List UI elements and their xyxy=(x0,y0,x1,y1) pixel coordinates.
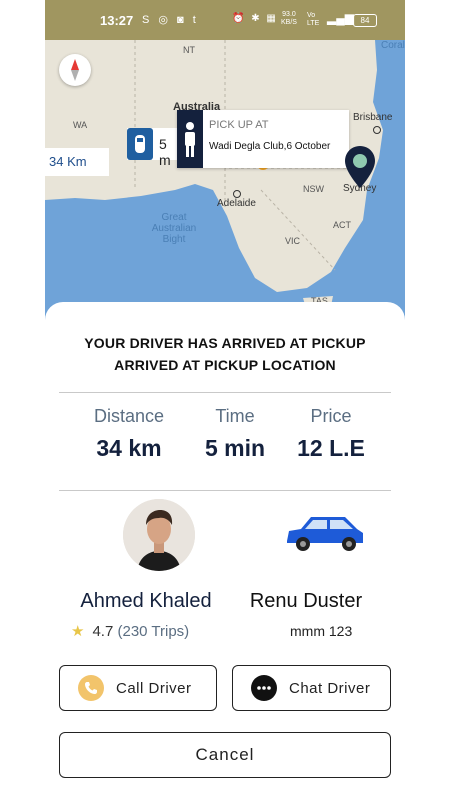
divider xyxy=(59,392,391,393)
stat-price: Price 12 L.E xyxy=(276,406,386,462)
stat-distance-value: 34 km xyxy=(96,435,162,461)
network-speed-unit: KB/S xyxy=(281,19,297,26)
person-icon xyxy=(177,110,203,168)
car-image xyxy=(287,517,363,551)
status-bar: 13:27 S ◎ ◙ t ⏰ ✱ ▦ 93.0 KB/S Vo LTE ▂▄▆… xyxy=(45,0,405,40)
car-model: Renu Duster xyxy=(249,590,363,612)
rating-value: 4.7 xyxy=(92,623,114,640)
phone-icon xyxy=(78,675,104,701)
stat-time-value: 5 min xyxy=(204,435,266,461)
brisbane-dot xyxy=(373,126,381,134)
call-driver-label: Call Driver xyxy=(116,679,192,697)
stat-price-label: Price xyxy=(310,406,352,426)
map-label-vic: VIC xyxy=(285,236,301,246)
stat-time: Time 5 min xyxy=(180,406,290,462)
system-icons: ⏰ ✱ ▦ xyxy=(232,13,278,24)
chat-driver-label: Chat Driver xyxy=(289,679,371,697)
status-line-1: YOUR DRIVER HAS ARRIVED AT PICKUP xyxy=(84,335,366,351)
trip-status-sheet: YOUR DRIVER HAS ARRIVED AT PICKUP ARRIVE… xyxy=(45,302,405,800)
car-plate: mmm 123 xyxy=(290,623,353,639)
cancel-label: Cancel xyxy=(195,745,255,764)
trip-count: (230 Trips) xyxy=(117,623,190,640)
call-driver-button[interactable]: Call Driver xyxy=(59,665,217,711)
stat-distance: Distance 34 km xyxy=(74,406,184,462)
map-label-bight-line3: Bight xyxy=(162,234,186,245)
car-marker-icon xyxy=(127,128,153,160)
notification-icons: S ◎ ◙ t xyxy=(142,14,199,26)
phone-screen: 13:27 S ◎ ◙ t ⏰ ✱ ▦ 93.0 KB/S Vo LTE ▂▄▆… xyxy=(45,0,405,800)
pickup-title: PICK UP AT xyxy=(209,119,269,131)
map-eta-text: 5 m xyxy=(159,136,171,168)
pickup-pin-icon xyxy=(345,146,375,188)
compass-button[interactable] xyxy=(59,54,91,86)
map-label-bight: Great Australian Bight xyxy=(147,212,201,245)
compass-icon xyxy=(71,59,79,81)
signal-icon: ▂▄▆ xyxy=(327,11,354,25)
status-line-2: ARRIVED AT PICKUP LOCATION xyxy=(114,357,336,373)
pickup-info-card[interactable]: PICK UP AT Wadi Degla Club,6 October xyxy=(177,110,349,168)
divider xyxy=(59,490,391,491)
stat-time-label: Time xyxy=(215,406,255,426)
network-speed-value: 93.0 xyxy=(282,11,296,18)
map-label-nt: NT xyxy=(183,45,195,55)
map-label-bight-line1: Great xyxy=(161,212,187,223)
stat-price-value: 12 L.E xyxy=(297,435,365,461)
map-label-brisbane: Brisbane xyxy=(353,112,393,123)
trip-status-heading: YOUR DRIVER HAS ARRIVED AT PICKUP ARRIVE… xyxy=(45,332,405,376)
map-label-wa: WA xyxy=(73,120,88,130)
map-eta-chip: 5 m xyxy=(127,128,177,168)
map-label-adelaide: Adelaide xyxy=(217,198,256,209)
map-label-bight-line2: Australian xyxy=(151,223,197,234)
network-type: Vo LTE xyxy=(307,12,320,27)
cancel-button[interactable]: Cancel xyxy=(59,732,391,778)
chat-driver-button[interactable]: Chat Driver xyxy=(232,665,391,711)
stat-distance-label: Distance xyxy=(93,406,165,426)
chat-icon xyxy=(251,675,277,701)
map-view[interactable]: NT WA Australia Coral Brisbane NSW Sydne… xyxy=(45,40,405,320)
map-label-act: ACT xyxy=(333,220,351,230)
star-icon: ★ xyxy=(71,623,85,640)
battery-indicator: 84 xyxy=(353,14,377,27)
driver-name: Ahmed Khaled xyxy=(80,590,212,612)
pickup-place: Wadi Degla Club,6 October xyxy=(209,141,331,152)
status-time: 13:27 xyxy=(100,13,134,28)
map-label-nsw: NSW xyxy=(303,184,324,194)
map-label-coral: Coral xyxy=(381,40,405,51)
driver-rating: ★ 4.7 (230 Trips) xyxy=(71,622,189,640)
map-distance-chip: 34 Km xyxy=(45,148,109,176)
driver-avatar xyxy=(123,499,195,571)
adelaide-dot xyxy=(233,190,241,198)
network-speed: 93.0 KB/S xyxy=(281,11,297,27)
